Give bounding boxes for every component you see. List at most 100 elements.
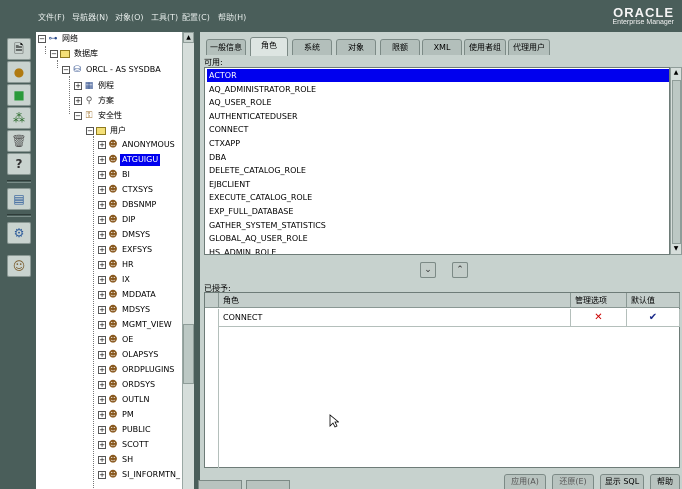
tree-node-user[interactable]: + ☻ EXFSYS bbox=[98, 243, 154, 257]
bottom-tab[interactable] bbox=[198, 480, 242, 489]
list-item[interactable]: EXECUTE_CATALOG_ROLE bbox=[207, 191, 669, 204]
tree-node-user[interactable]: + ☻ PUBLIC bbox=[98, 423, 153, 437]
expand-toggle[interactable]: + bbox=[98, 171, 106, 179]
revert-button[interactable]: 还原(E) bbox=[552, 474, 594, 489]
list-item[interactable]: EXP_FULL_DATABASE bbox=[207, 205, 669, 218]
tab-system[interactable]: 系统 bbox=[292, 39, 332, 55]
scroll-down-arrow[interactable]: ▼ bbox=[671, 244, 681, 254]
tree-node-user[interactable]: + ☻ DBSNMP bbox=[98, 198, 158, 212]
default-cell[interactable]: ✔ bbox=[627, 309, 680, 327]
expand-toggle[interactable]: + bbox=[98, 306, 106, 314]
users-button[interactable]: ☺ bbox=[7, 255, 31, 277]
list-item[interactable]: AUTHENTICATEDUSER bbox=[207, 110, 669, 123]
expand-toggle[interactable]: + bbox=[98, 366, 106, 374]
tree-node-user[interactable]: + ☻ OE bbox=[98, 333, 135, 347]
cube-button[interactable]: ■ bbox=[7, 84, 31, 106]
tree-node-user[interactable]: + ☻ OUTLN bbox=[98, 393, 151, 407]
tree-node-user[interactable]: + ☻ MDSYS bbox=[98, 303, 152, 317]
list-item[interactable]: CONNECT bbox=[207, 123, 669, 136]
help-bottom-button[interactable]: 帮助 bbox=[650, 474, 680, 489]
expand-toggle[interactable]: + bbox=[98, 471, 106, 479]
collapse-toggle[interactable]: − bbox=[86, 127, 94, 135]
tab-general[interactable]: 一般信息 bbox=[206, 39, 246, 55]
expand-toggle[interactable]: + bbox=[98, 201, 106, 209]
tree-node-user[interactable]: + ☻ CTXSYS bbox=[98, 183, 155, 197]
expand-toggle[interactable]: + bbox=[98, 141, 106, 149]
trash-button[interactable]: 🗑 bbox=[7, 130, 31, 152]
expand-toggle[interactable]: + bbox=[98, 291, 106, 299]
tools-button[interactable]: ⚙ bbox=[7, 222, 31, 244]
tree-node-user[interactable]: + ☻ SH bbox=[98, 453, 135, 467]
tree-node-network[interactable]: − ⊶ 网络 bbox=[38, 32, 80, 46]
expand-toggle[interactable]: + bbox=[98, 261, 106, 269]
collapse-toggle[interactable]: − bbox=[38, 35, 46, 43]
collapse-toggle[interactable]: − bbox=[50, 50, 58, 58]
column-header-role[interactable]: 角色 bbox=[219, 293, 571, 308]
tree-node-user[interactable]: + ☻ ORDPLUGINS bbox=[98, 363, 176, 377]
tab-object[interactable]: 对象 bbox=[336, 39, 376, 55]
expand-toggle[interactable]: + bbox=[98, 321, 106, 329]
tree-node-user[interactable]: + ☻ PM bbox=[98, 408, 136, 422]
menu-configuration[interactable]: 配置(C) bbox=[182, 12, 210, 23]
list-item[interactable]: DELETE_CATALOG_ROLE bbox=[207, 164, 669, 177]
tree-node-instance[interactable]: + ▦ 例程 bbox=[74, 79, 116, 93]
menu-tools[interactable]: 工具(T) bbox=[151, 12, 178, 23]
list-item[interactable]: EJBCLIENT bbox=[207, 178, 669, 191]
admin-option-cell[interactable]: ✕ bbox=[571, 309, 627, 327]
tree-node-databases[interactable]: − 数据库 bbox=[50, 47, 100, 61]
tree-node-user[interactable]: + ☻ DMSYS bbox=[98, 228, 152, 242]
apply-button[interactable]: 应用(A) bbox=[504, 474, 546, 489]
scroll-thumb[interactable] bbox=[183, 324, 194, 384]
help-button[interactable]: ? bbox=[7, 153, 31, 175]
list-item[interactable]: GLOBAL_AQ_USER_ROLE bbox=[207, 232, 669, 245]
list-item[interactable]: DBA bbox=[207, 151, 669, 164]
key-button[interactable]: ● bbox=[7, 61, 31, 83]
expand-toggle[interactable]: + bbox=[98, 411, 106, 419]
menu-object[interactable]: 对象(O) bbox=[115, 12, 144, 23]
tree-node-user[interactable]: + ☻ MDDATA bbox=[98, 288, 158, 302]
expand-toggle[interactable]: + bbox=[98, 351, 106, 359]
expand-toggle[interactable]: + bbox=[98, 246, 106, 254]
collapse-toggle[interactable]: − bbox=[74, 112, 82, 120]
tab-proxy-user[interactable]: 代理用户 bbox=[508, 39, 550, 55]
tab-consumer-group[interactable]: 使用者组 bbox=[464, 39, 506, 55]
tree-node-user[interactable]: + ☻ MGMT_VIEW bbox=[98, 318, 174, 332]
column-header-default[interactable]: 默认值 bbox=[627, 293, 680, 308]
tree-node-users[interactable]: − 用户 bbox=[86, 124, 128, 138]
revoke-role-button[interactable]: ⌃ bbox=[452, 262, 468, 278]
scroll-thumb[interactable] bbox=[672, 80, 681, 244]
expand-toggle[interactable]: + bbox=[98, 276, 106, 284]
column-header-admin-option[interactable]: 管理选项 bbox=[571, 293, 627, 308]
list-item[interactable]: AQ_USER_ROLE bbox=[207, 96, 669, 109]
tree-node-user[interactable]: + ☻ IX bbox=[98, 273, 132, 287]
tree-node-user[interactable]: + ☻ BI bbox=[98, 168, 132, 182]
document-button[interactable]: 🗎 bbox=[7, 38, 31, 60]
tree-node-user[interactable]: + ☻ DIP bbox=[98, 213, 137, 227]
tab-roles[interactable]: 角色 bbox=[250, 37, 288, 56]
list-item[interactable]: CTXAPP bbox=[207, 137, 669, 150]
tree-node-schema[interactable]: + ⚲ 方案 bbox=[74, 94, 116, 108]
tree-node-user[interactable]: + ☻ SI_INFORMTN_ bbox=[98, 468, 182, 482]
expand-toggle[interactable]: + bbox=[98, 216, 106, 224]
list-item[interactable]: AQ_ADMINISTRATOR_ROLE bbox=[207, 83, 669, 96]
expand-toggle[interactable]: + bbox=[98, 186, 106, 194]
expand-toggle[interactable]: + bbox=[98, 381, 106, 389]
tree-node-user[interactable]: + ☻ ATGUIGU bbox=[98, 153, 161, 167]
list-item[interactable]: HS_ADMIN_ROLE bbox=[207, 246, 669, 254]
expand-toggle[interactable]: + bbox=[98, 426, 106, 434]
menu-help[interactable]: 帮助(H) bbox=[218, 12, 246, 23]
collapse-toggle[interactable]: − bbox=[62, 66, 70, 74]
bottom-tab[interactable] bbox=[246, 480, 290, 489]
show-sql-button[interactable]: 显示 SQL bbox=[600, 474, 644, 489]
tree-node-database[interactable]: − ⛁ ORCL - AS SYSDBA bbox=[62, 63, 163, 77]
tree-node-security[interactable]: − ⚿ 安全性 bbox=[74, 109, 124, 123]
tree-node-user[interactable]: + ☻ ORDSYS bbox=[98, 378, 157, 392]
available-roles-list[interactable]: ACTOR AQ_ADMINISTRATOR_ROLE AQ_USER_ROLE AU… bbox=[204, 67, 670, 255]
expand-toggle[interactable]: + bbox=[98, 441, 106, 449]
menu-navigator[interactable]: 导航器(N) bbox=[72, 12, 108, 23]
tree-node-user[interactable]: + ☻ HR bbox=[98, 258, 136, 272]
tree-node-user[interactable]: + ☻ OLAPSYS bbox=[98, 348, 160, 362]
tree-node-user[interactable]: + ☻ SCOTT bbox=[98, 438, 151, 452]
list-item[interactable]: ACTOR bbox=[207, 69, 669, 82]
tree-node-user[interactable]: + ☻ ANONYMOUS bbox=[98, 138, 177, 152]
